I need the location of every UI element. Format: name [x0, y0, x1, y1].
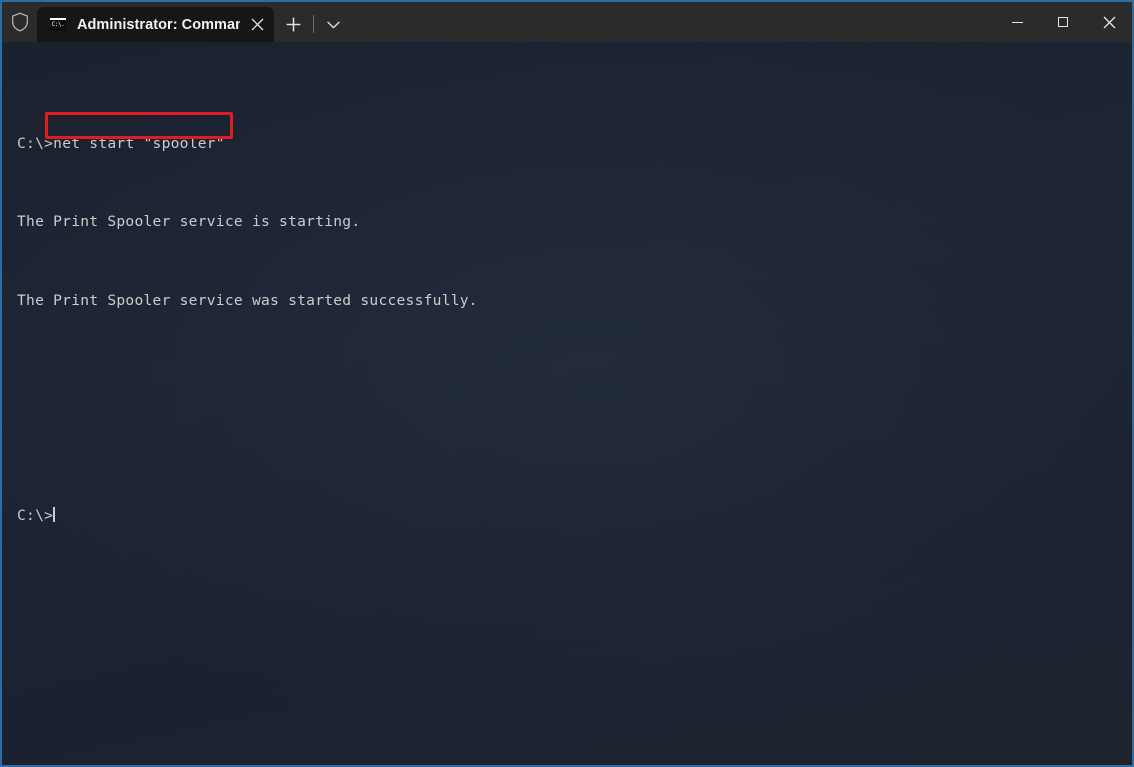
tab-close-icon[interactable] [240, 10, 274, 40]
new-tab-button[interactable] [274, 7, 312, 42]
window-controls [994, 2, 1132, 42]
minimize-button[interactable] [994, 2, 1040, 42]
terminal-line-text: The Print Spooler service was started su… [17, 291, 478, 309]
terminal-screen: C:\>net start "spooler" The Print Spoole… [17, 75, 1117, 565]
maximize-button[interactable] [1040, 2, 1086, 42]
terminal-body[interactable]: C:\>net start "spooler" The Print Spoole… [2, 42, 1132, 765]
title-bar: Administrator: Command Pror [2, 2, 1132, 42]
terminal-line: The Print Spooler service was started su… [17, 291, 1117, 311]
close-button[interactable] [1086, 2, 1132, 42]
tab-title: Administrator: Command Pror [77, 16, 240, 33]
terminal-cursor [53, 507, 55, 523]
cmd-console-icon [49, 17, 67, 33]
tab-administrator-command-prompt[interactable]: Administrator: Command Pror [37, 7, 274, 42]
terminal-line-command: net start "spooler" [53, 134, 225, 152]
terminal-line-text: The Print Spooler service is starting. [17, 213, 361, 231]
terminal-line: C:\> [17, 506, 1117, 526]
terminal-window: Administrator: Command Pror [0, 0, 1134, 767]
terminal-line: The Print Spooler service is starting. [17, 212, 1117, 232]
terminal-line: C:\>net start "spooler" [17, 134, 1117, 154]
admin-shield-icon [2, 2, 37, 42]
terminal-line-prompt: C:\> [17, 134, 54, 152]
toolbar-separator [313, 15, 314, 33]
terminal-prompt: C:\> [17, 507, 54, 525]
tab-dropdown-chevron-down-icon[interactable] [315, 7, 351, 42]
